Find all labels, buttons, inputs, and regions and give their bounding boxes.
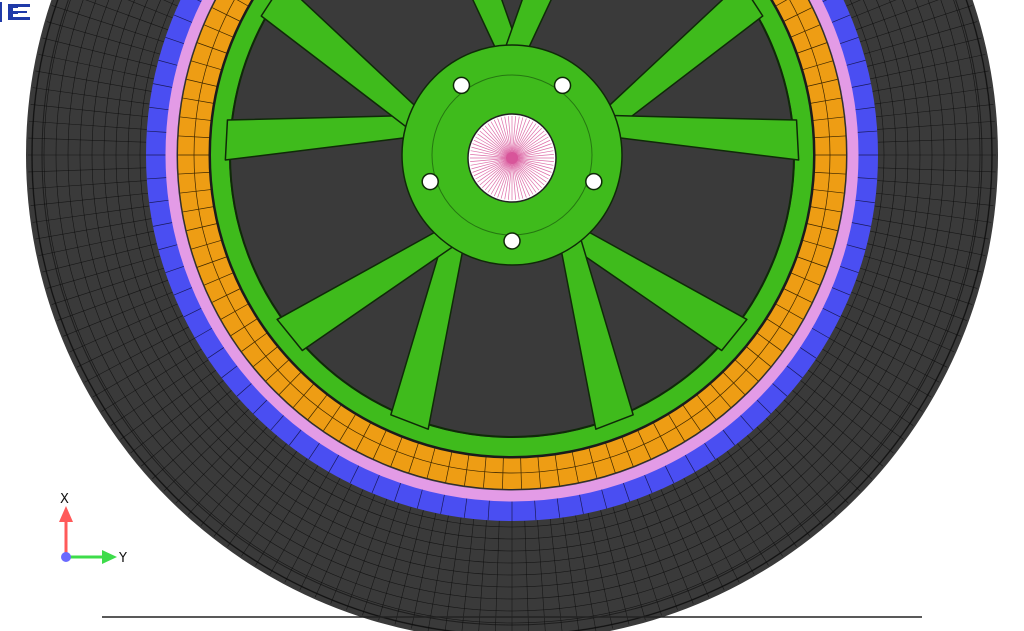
triad-x-label: X <box>60 492 69 507</box>
triad-y-label: Y <box>118 551 127 566</box>
wheel-fe-mesh-model[interactable]: X Y <box>0 0 1024 631</box>
coordinate-triad: X Y <box>59 492 127 566</box>
3d-viewport[interactable]: X Y <box>0 0 1024 631</box>
app-logo-icon <box>0 2 32 22</box>
hub-center-bore[interactable] <box>467 113 557 203</box>
